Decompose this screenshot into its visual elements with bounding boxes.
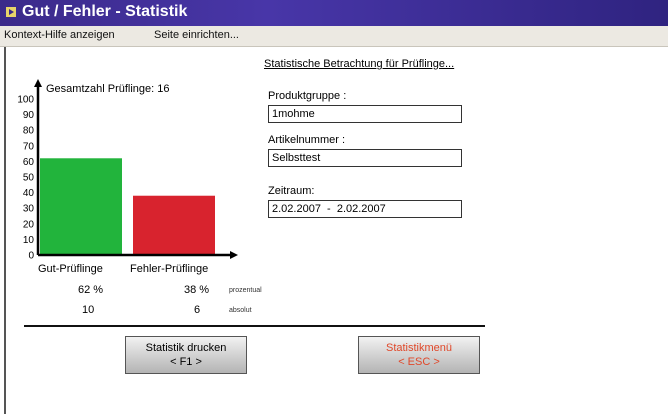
- title-bar: Gut / Fehler - Statistik: [0, 0, 668, 26]
- y-tick-label: 50: [23, 173, 35, 184]
- percent-row-label: prozentual: [229, 287, 262, 294]
- separator-line: [24, 325, 485, 327]
- menu-item-page-setup[interactable]: Seite einrichten...: [154, 29, 239, 41]
- product-group-label: Produktgruppe :: [268, 90, 347, 102]
- y-tick-label: 100: [17, 95, 34, 106]
- menu-bar: Kontext-Hilfe anzeigen Seite einrichten.…: [0, 26, 668, 47]
- y-tick-label: 0: [28, 251, 34, 262]
- y-tick-label: 30: [23, 204, 35, 215]
- bar-chart: 0 10 20 30 40 50 60 70 80 90 100: [17, 79, 238, 262]
- menu-button-shortcut: < ESC >: [398, 356, 440, 368]
- y-tick-label: 70: [23, 141, 35, 152]
- bar-good: [40, 158, 122, 255]
- print-statistics-button[interactable]: Statistik drucken < F1 >: [125, 336, 247, 374]
- window-title: Gut / Fehler - Statistik: [22, 3, 188, 20]
- bar-fail: [133, 195, 215, 255]
- y-tick-label: 80: [23, 126, 35, 137]
- fail-absolute: 6: [194, 304, 201, 316]
- print-button-shortcut: < F1 >: [170, 356, 202, 368]
- statistics-menu-button[interactable]: Statistikmenü < ESC >: [358, 336, 480, 374]
- y-tick-label: 60: [23, 157, 35, 168]
- menu-item-context-help[interactable]: Kontext-Hilfe anzeigen: [4, 29, 115, 41]
- y-tick-label: 10: [23, 235, 35, 246]
- product-group-field[interactable]: [268, 105, 462, 123]
- y-tick-label: 20: [23, 219, 35, 230]
- app-icon: [6, 7, 16, 17]
- period-field[interactable]: [268, 200, 462, 218]
- x-axis-arrow: [230, 251, 238, 259]
- y-tick-label: 40: [23, 188, 35, 199]
- good-absolute: 10: [82, 304, 95, 316]
- total-count-label: Gesamtzahl Prüflinge: 16: [46, 83, 170, 95]
- details-section-title: Statistische Betrachtung für Prüflinge..…: [264, 58, 455, 70]
- article-number-field[interactable]: [268, 149, 462, 167]
- period-label: Zeitraum:: [268, 185, 315, 197]
- fail-percent: 38 %: [184, 284, 210, 296]
- good-category-label: Gut-Prüflinge: [38, 263, 103, 275]
- print-button-label: Statistik drucken: [145, 342, 227, 354]
- absolute-row-label: absolut: [229, 307, 252, 314]
- menu-button-label: Statistikmenü: [385, 342, 453, 354]
- fail-category-label: Fehler-Prüflinge: [130, 263, 209, 275]
- y-axis-arrow: [34, 79, 42, 87]
- article-number-label: Artikelnummer :: [268, 134, 346, 146]
- good-percent: 62 %: [78, 284, 104, 296]
- y-tick-label: 90: [23, 110, 35, 121]
